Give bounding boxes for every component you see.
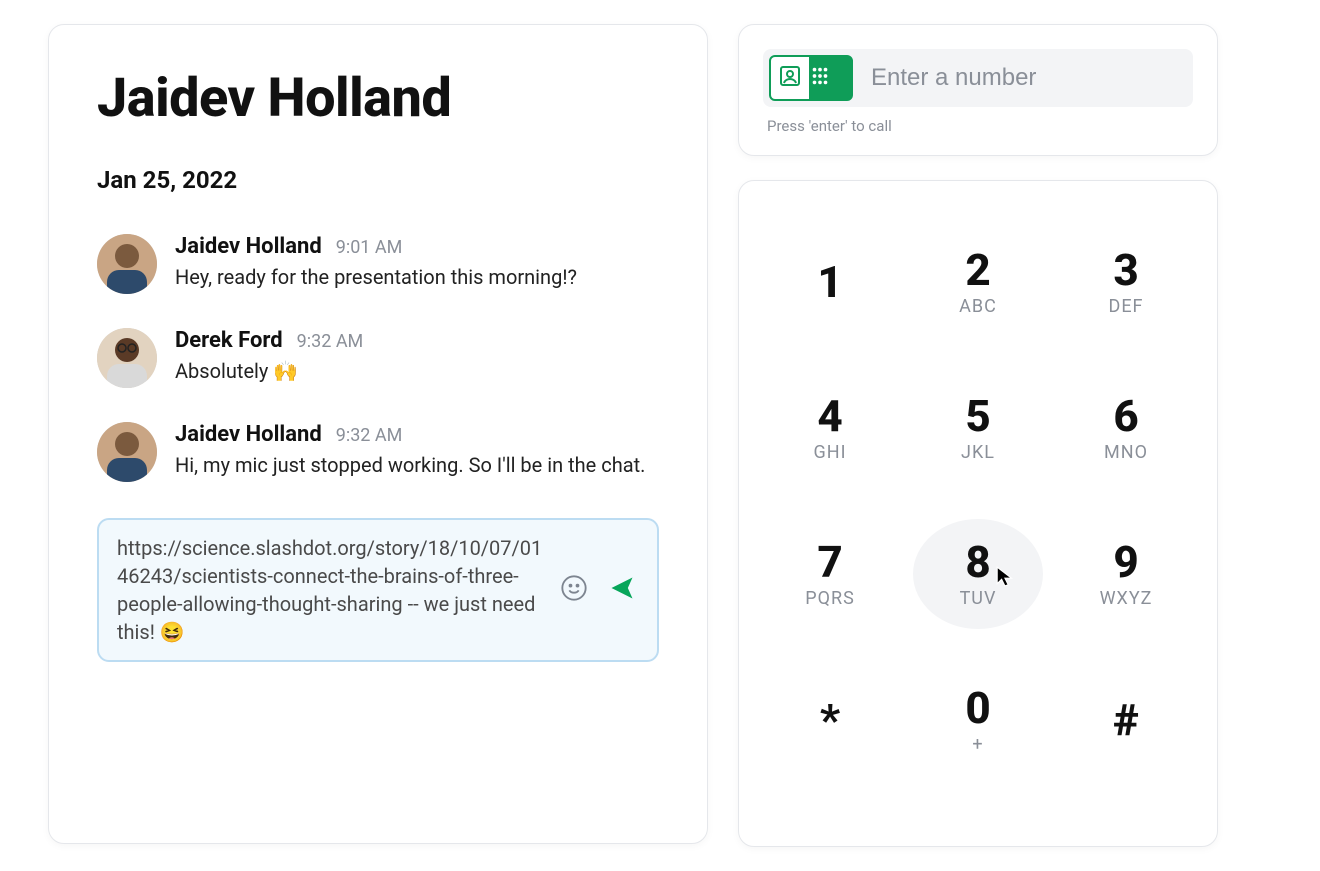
keypad-key-5[interactable]: 5 JKL [913,373,1043,483]
avatar [97,328,157,388]
chat-panel: Jaidev Holland Jan 25, 2022 Jaidev Holla… [48,24,708,844]
emoji-button[interactable] [557,573,591,607]
input-mode-toggle[interactable] [769,55,853,101]
phone-number-input[interactable] [859,54,1193,102]
dialpad-icon [809,65,831,91]
dialer-hint: Press 'enter' to call [763,117,1193,135]
avatar [97,234,157,294]
key-letters: WXYZ [1100,588,1153,609]
message-author: Jaidev Holland [175,234,322,259]
message-composer[interactable]: https://science.slashdot.org/story/18/10… [97,518,659,662]
message: Jaidev Holland 9:01 AM Hey, ready for th… [97,234,659,294]
key-digit: 7 [817,540,842,584]
keypad-key-*[interactable]: * [765,665,895,775]
avatar [97,422,157,482]
keypad-key-0[interactable]: 0+ [913,665,1043,775]
keypad-key-4[interactable]: 4 GHI [765,373,895,483]
composer-input[interactable]: https://science.slashdot.org/story/18/10… [117,534,543,646]
key-letters: MNO [1104,442,1148,463]
key-digit: # [1113,698,1139,742]
message: Derek Ford 9:32 AM Absolutely 🙌 [97,328,659,388]
key-digit: 1 [817,260,842,304]
message-time: 9:32 AM [297,331,364,352]
key-digit: 4 [817,394,842,438]
message-text: Hi, my mic just stopped working. So I'll… [175,451,659,480]
key-digit: 3 [1113,248,1138,292]
send-icon [608,574,636,606]
message-text: Absolutely 🙌 [175,357,659,386]
message-author: Jaidev Holland [175,422,322,447]
message-text: Hey, ready for the presentation this mor… [175,263,659,292]
chat-title: Jaidev Holland [97,67,659,130]
key-letters: DEF [1109,296,1144,317]
key-digit: * [820,698,840,742]
send-button[interactable] [605,573,639,607]
person-icon [778,64,802,92]
key-digit: 8 [965,540,990,584]
keypad-grid: 12ABC3DEF4GHI5JKL6MNO7PQRS8TUV9WXYZ*0+# [761,227,1195,775]
dialer-input-panel: Press 'enter' to call [738,24,1218,156]
key-letters: PQRS [805,588,855,609]
keypad-key-8[interactable]: 8 TUV [913,519,1043,629]
key-letters: ABC [959,296,997,317]
keypad-key-1[interactable]: 1 [765,227,895,337]
contact-mode-tab[interactable] [771,57,809,99]
keypad-key-6[interactable]: 6 MNO [1061,373,1191,483]
key-letters: GHI [814,442,847,463]
keypad-key-7[interactable]: 7 PQRS [765,519,895,629]
message-time: 9:01 AM [336,237,403,258]
number-input-row [763,49,1193,107]
key-letters: + [972,734,983,755]
keypad-key-9[interactable]: 9 WXYZ [1061,519,1191,629]
keypad-key-2[interactable]: 2 ABC [913,227,1043,337]
keypad-key-3[interactable]: 3 DEF [1061,227,1191,337]
message-author: Derek Ford [175,328,283,353]
chat-date: Jan 25, 2022 [97,166,659,194]
keypad-mode-tab[interactable] [809,57,851,99]
smiley-icon [560,574,588,606]
key-digit: 5 [965,394,990,438]
key-letters: JKL [961,442,995,463]
key-letters: TUV [960,588,997,609]
key-digit: 6 [1113,394,1138,438]
message: Jaidev Holland 9:32 AM Hi, my mic just s… [97,422,659,482]
key-digit: 9 [1113,540,1138,584]
keypad-panel: 12ABC3DEF4GHI5JKL6MNO7PQRS8TUV9WXYZ*0+# [738,180,1218,847]
cursor-icon [995,565,1017,587]
key-digit: 2 [965,248,990,292]
messages-list: Jaidev Holland 9:01 AM Hey, ready for th… [97,234,659,482]
message-time: 9:32 AM [336,425,403,446]
keypad-key-#[interactable]: # [1061,665,1191,775]
key-digit: 0 [965,686,990,730]
